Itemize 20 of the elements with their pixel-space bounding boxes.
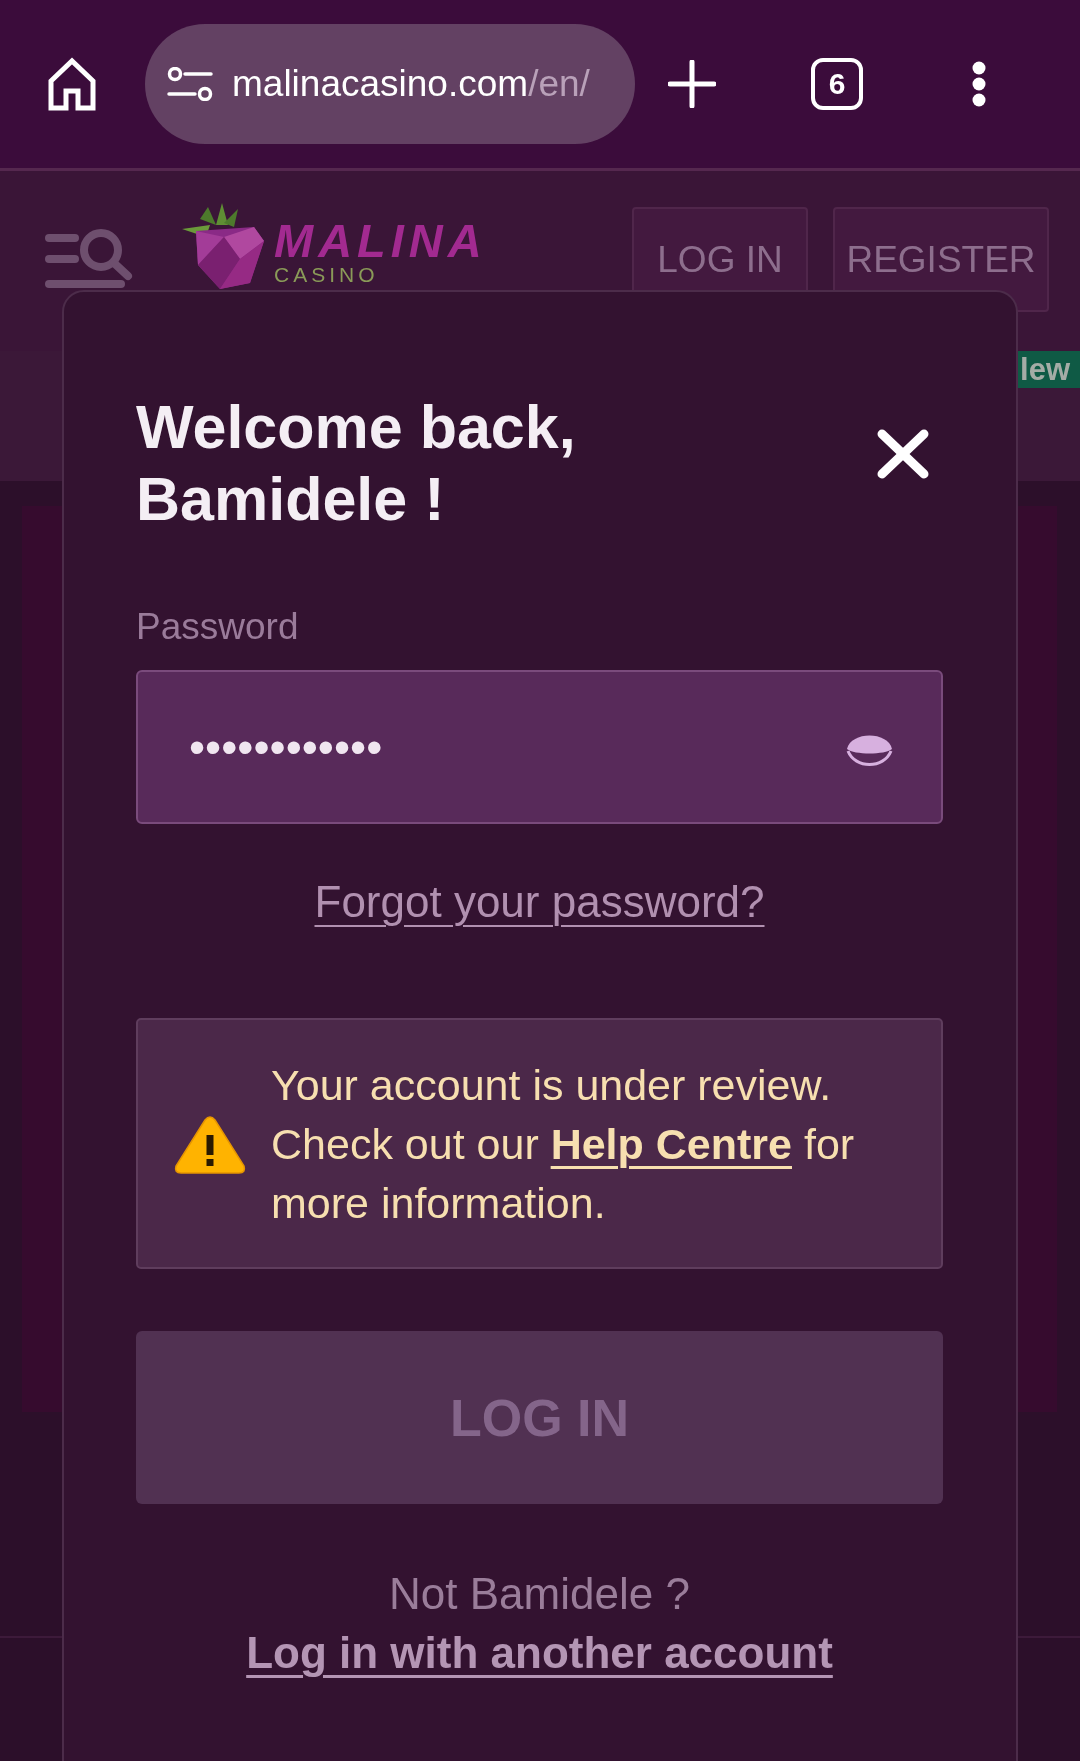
- alert-message: Your account is under review. Check out our Help Centre for more information.: [271, 1060, 856, 1229]
- close-icon[interactable]: [876, 428, 930, 480]
- password-label: Password: [136, 605, 300, 649]
- tune-icon[interactable]: [167, 67, 213, 101]
- warning-icon: [174, 1115, 246, 1174]
- plus-icon[interactable]: [668, 60, 716, 108]
- tab-count-button[interactable]: 6: [811, 58, 863, 110]
- home-icon[interactable]: [47, 57, 97, 111]
- url-text: malinacasino.com/en/: [232, 63, 590, 105]
- modal-title: Welcome back, Bamidele !: [136, 392, 576, 535]
- logo-wordmark: MALINA: [274, 219, 487, 263]
- menu-icon[interactable]: [972, 61, 986, 107]
- logo-subtitle: CASINO: [274, 263, 380, 287]
- switch-account-link[interactable]: Log in with another account: [246, 1627, 833, 1679]
- help-centre-link[interactable]: Help Centre: [550, 1120, 792, 1168]
- new-badge: lew: [1016, 351, 1080, 388]
- address-bar[interactable]: malinacasino.com/en/: [145, 24, 635, 144]
- not-user-text: Not Bamidele ?: [388, 1568, 691, 1620]
- password-field[interactable]: ••••••••••••: [136, 670, 943, 824]
- forgot-password-link[interactable]: Forgot your password?: [314, 876, 765, 928]
